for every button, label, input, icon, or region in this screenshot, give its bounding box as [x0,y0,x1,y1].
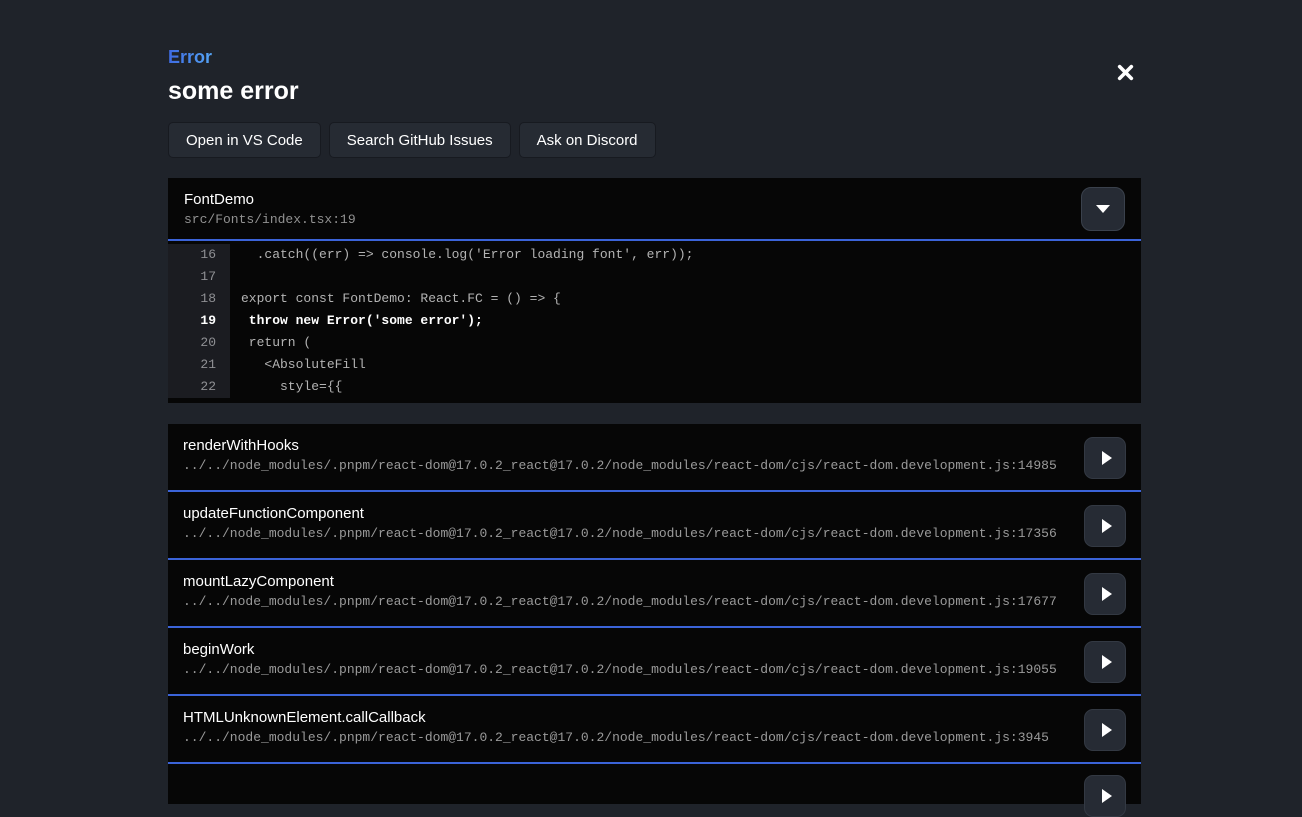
play-icon [1102,451,1112,465]
line-number: 20 [168,332,230,354]
code-frame-function-name: FontDemo [184,191,356,208]
expand-frame-button[interactable] [1084,437,1126,479]
expand-frame-button[interactable] [1084,709,1126,751]
stack-frame-path: ../../node_modules/.pnpm/react-dom@17.0.… [183,594,1071,609]
chevron-down-icon [1096,205,1110,213]
code-line: 19 throw new Error('some error'); [168,310,1141,332]
code-line: 16 .catch((err) => console.log('Error lo… [168,244,1141,266]
stack-frame-function: renderWithHooks [183,437,1071,454]
stack-frame-function: beginWork [183,641,1071,658]
stack-frame-function: updateFunctionComponent [183,505,1071,522]
stack-frame-row: beginWork ../../node_modules/.pnpm/react… [168,628,1141,696]
play-icon [1102,519,1112,533]
play-icon [1102,587,1112,601]
line-code: <AbsoluteFill [230,354,1141,376]
line-code: style={{ [230,376,1141,398]
stack-frame-path: ../../node_modules/.pnpm/react-dom@17.0.… [183,662,1071,677]
expand-frame-button[interactable] [1084,573,1126,615]
stack-frame-row: renderWithHooks ../../node_modules/.pnpm… [168,424,1141,492]
code-line: 17 [168,266,1141,288]
action-button[interactable]: Open in VS Code [168,122,321,158]
action-bar: Open in VS Code Search GitHub Issues Ask… [168,122,1141,158]
code-line: 20 return ( [168,332,1141,354]
line-code: export const FontDemo: React.FC = () => … [230,288,1141,310]
line-code: throw new Error('some error'); [230,310,1141,332]
stack-frame-path: ../../node_modules/.pnpm/react-dom@17.0.… [183,526,1071,541]
code-frame-file-path: src/Fonts/index.tsx:19 [184,212,356,227]
play-icon [1102,789,1112,803]
line-number: 21 [168,354,230,376]
code-line: 18 export const FontDemo: React.FC = () … [168,288,1141,310]
code-line: 22 style={{ [168,376,1141,398]
stack-frame-path: ../../node_modules/.pnpm/react-dom@17.0.… [183,730,1071,745]
code-frame-header: FontDemo src/Fonts/index.tsx:19 [168,178,1141,241]
collapse-frame-button[interactable] [1081,187,1125,231]
line-number: 19 [168,310,230,332]
stack-frame-partial [168,764,1141,804]
stack-frame-function: HTMLUnknownElement.callCallback [183,709,1071,726]
line-code: .catch((err) => console.log('Error loadi… [230,244,1141,266]
stack-frame-row: updateFunctionComponent ../../node_modul… [168,492,1141,560]
line-code [230,266,1141,288]
play-icon [1102,723,1112,737]
error-type-label: Error [168,47,212,68]
error-overlay: Error some error Open in VS Code Search … [168,0,1141,804]
code-frame: FontDemo src/Fonts/index.tsx:19 16 .catc… [168,178,1141,403]
stack-frame-path: ../../node_modules/.pnpm/react-dom@17.0.… [183,458,1071,473]
stack-frame-row: HTMLUnknownElement.callCallback ../../no… [168,696,1141,764]
line-number: 22 [168,376,230,398]
code-frame-heading: FontDemo src/Fonts/index.tsx:19 [184,191,356,227]
action-button[interactable]: Search GitHub Issues [329,122,511,158]
expand-frame-button[interactable] [1084,775,1126,817]
line-number: 16 [168,244,230,266]
line-number: 18 [168,288,230,310]
code-line: 21 <AbsoluteFill [168,354,1141,376]
line-code: return ( [230,332,1141,354]
error-message-title: some error [168,77,1141,106]
action-button[interactable]: Ask on Discord [519,122,656,158]
code-snippet: 16 .catch((err) => console.log('Error lo… [168,241,1141,403]
expand-frame-button[interactable] [1084,641,1126,683]
stack-frame-function: mountLazyComponent [183,573,1071,590]
play-icon [1102,655,1112,669]
stack-frame-row: mountLazyComponent ../../node_modules/.p… [168,560,1141,628]
line-number: 17 [168,266,230,288]
stack-trace-list: renderWithHooks ../../node_modules/.pnpm… [168,424,1141,804]
expand-frame-button[interactable] [1084,505,1126,547]
